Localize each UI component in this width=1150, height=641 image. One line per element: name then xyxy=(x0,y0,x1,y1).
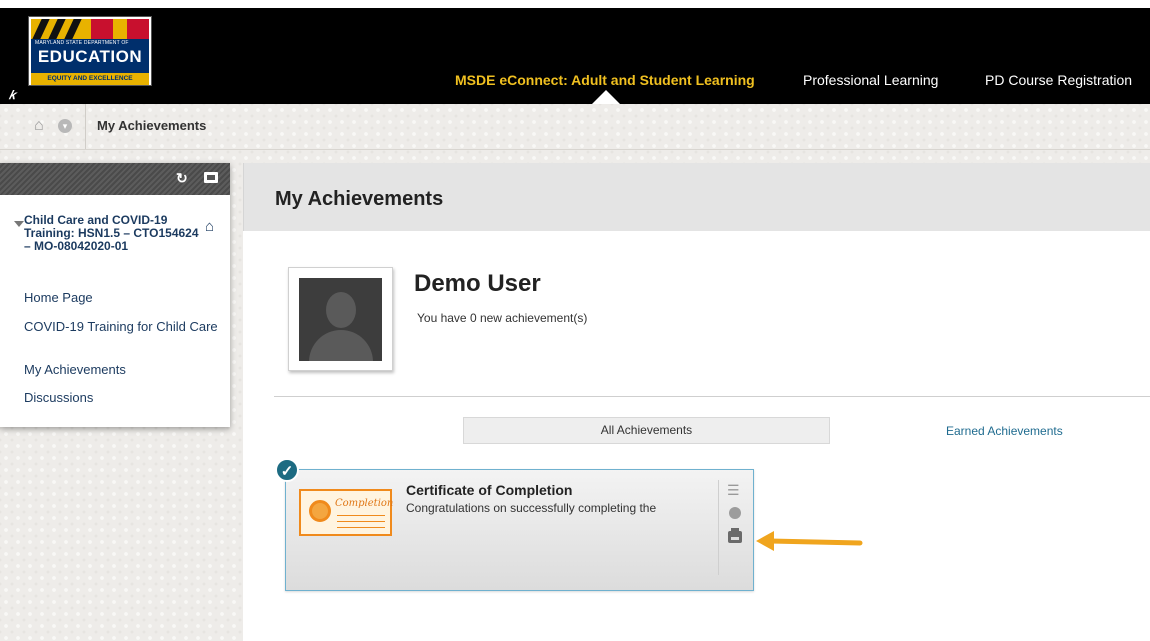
breadcrumb-divider xyxy=(0,149,1150,150)
achievement-description: Congratulations on successfully completi… xyxy=(406,501,657,515)
course-menu-toolbar: ↻ xyxy=(0,163,230,195)
divider xyxy=(274,396,1150,397)
user-name: Demo User xyxy=(414,270,541,297)
collapse-caret-icon[interactable] xyxy=(14,221,24,227)
certificate-thumbnail-text: Completion xyxy=(335,498,394,509)
logo-tagline: EQUITY AND EXCELLENCE xyxy=(31,73,149,85)
avatar xyxy=(288,267,393,371)
link-icon[interactable]: 𝑘 xyxy=(9,88,15,103)
earned-check-icon: ✓ xyxy=(275,458,299,482)
award-seal-icon xyxy=(309,500,331,522)
home-icon[interactable]: ⌂ xyxy=(34,117,44,135)
nav-msde-econnect[interactable]: MSDE eConnect: Adult and Student Learnin… xyxy=(455,72,755,88)
sidebar-item-my-achievements[interactable]: My Achievements xyxy=(24,363,219,377)
logo-dept: MARYLAND STATE DEPARTMENT OF xyxy=(35,40,129,46)
status-dot-icon xyxy=(729,507,741,519)
nav-pd-course-registration[interactable]: PD Course Registration xyxy=(985,72,1132,88)
achievement-card[interactable]: Completion Certificate of Completion Con… xyxy=(285,469,754,591)
active-nav-indicator xyxy=(592,90,620,104)
chevron-down-icon[interactable]: ▾ xyxy=(58,119,72,133)
breadcrumb-current: My Achievements xyxy=(97,118,207,133)
page-title: My Achievements xyxy=(275,188,444,210)
course-home-icon: ⌂ xyxy=(205,218,215,235)
breadcrumb-home[interactable]: ⌂ ▾ xyxy=(20,104,86,149)
print-icon[interactable] xyxy=(728,528,742,543)
card-action-divider xyxy=(718,480,719,575)
main-content: My Achievements Demo User You have 0 new… xyxy=(243,163,1150,641)
msde-logo[interactable]: MARYLAND STATE DEPARTMENT OF EDUCATION E… xyxy=(28,16,152,86)
new-achievements-message: You have 0 new achievement(s) xyxy=(417,311,588,325)
refresh-icon[interactable]: ↻ xyxy=(176,170,188,187)
sidebar-item-covid-training[interactable]: COVID-19 Training for Child Care xyxy=(24,320,219,334)
page-header: My Achievements xyxy=(243,163,1150,231)
nav-professional-learning[interactable]: Professional Learning xyxy=(803,72,938,88)
breadcrumb: ⌂ ▾ My Achievements xyxy=(20,104,1150,149)
tab-all-achievements[interactable]: All Achievements xyxy=(463,417,830,444)
maryland-flag-icon xyxy=(31,19,149,39)
folder-view-icon[interactable] xyxy=(204,172,218,183)
course-menu: ↻ Child Care and COVID-19 Training: HSN1… xyxy=(0,163,230,427)
sidebar-item-discussions[interactable]: Discussions xyxy=(24,391,219,405)
sidebar-item-home-page[interactable]: Home Page xyxy=(24,291,219,305)
certificate-thumbnail: Completion xyxy=(299,489,394,536)
logo-banner: MARYLAND STATE DEPARTMENT OF EDUCATION xyxy=(31,39,149,73)
user-silhouette-icon xyxy=(299,278,382,361)
details-list-icon[interactable]: ☰ xyxy=(727,482,740,499)
logo-title: EDUCATION xyxy=(37,47,143,66)
top-strip xyxy=(0,0,1150,8)
site-header: MARYLAND STATE DEPARTMENT OF EDUCATION E… xyxy=(0,8,1150,104)
achievement-title[interactable]: Certificate of Completion xyxy=(406,482,572,498)
tab-earned-achievements[interactable]: Earned Achievements xyxy=(946,424,1063,438)
course-title[interactable]: Child Care and COVID-19 Training: HSN1.5… xyxy=(24,214,202,253)
